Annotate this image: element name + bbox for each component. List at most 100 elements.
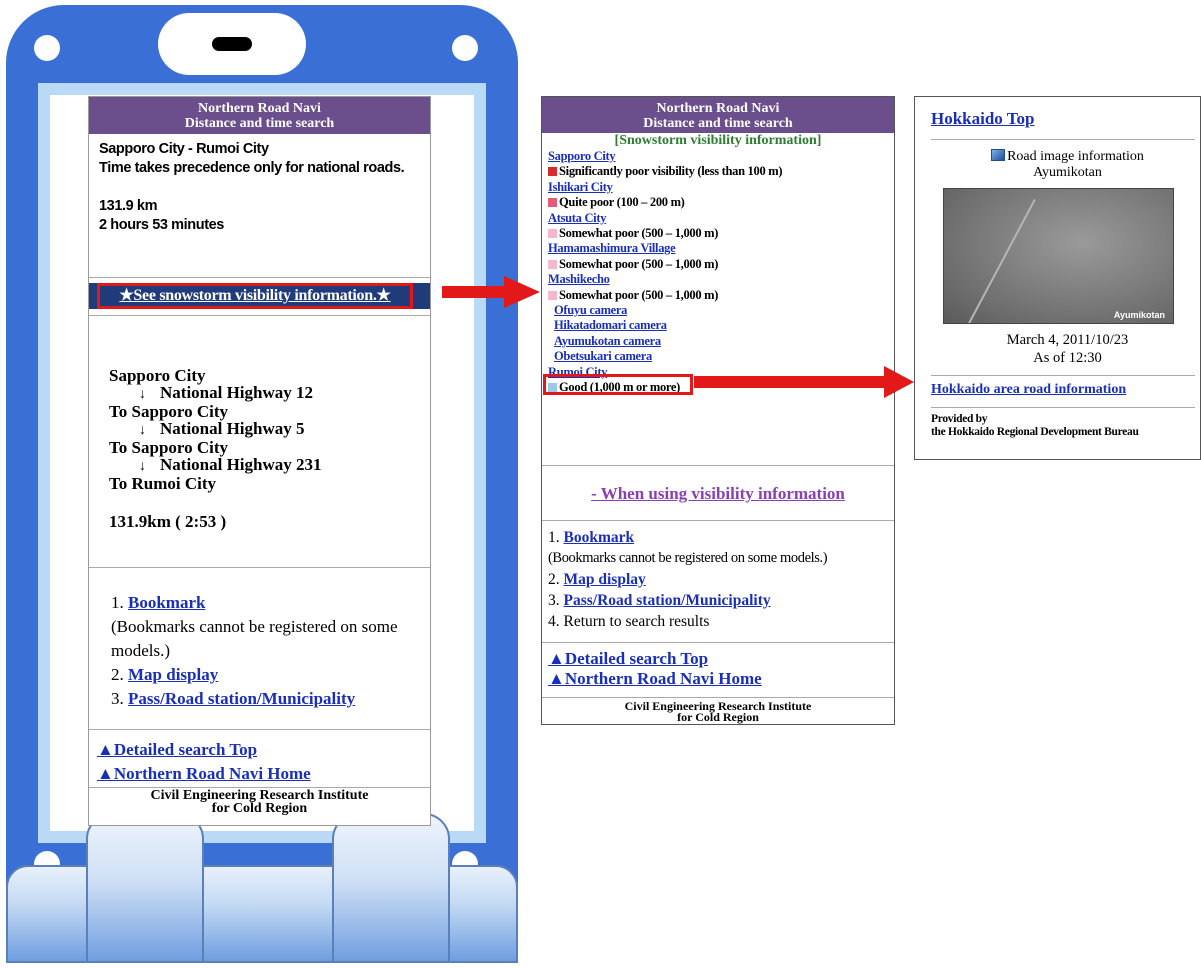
detailed-search-top-link[interactable]: ▲Detailed search Top <box>548 649 762 669</box>
navi-home-link[interactable]: ▲Northern Road Navi Home <box>97 762 311 786</box>
hokkaido-top-link[interactable]: Hokkaido Top <box>931 109 1035 129</box>
route-total: 131.9km ( 2:53 ) <box>109 512 227 531</box>
road-camera-image: Ayumikotan <box>943 188 1174 324</box>
phone-search-result-page: Northern Road Navi Distance and time sea… <box>88 96 431 826</box>
down-arrow-icon: ↓ <box>139 459 146 474</box>
visibility-status: Significantly poor visibility (less than… <box>548 164 894 179</box>
distance-value: 131.9 km <box>99 198 158 214</box>
camera-link[interactable]: Obetsukari camera <box>548 349 894 364</box>
route-title: Sapporo City - Rumoi City <box>99 141 269 157</box>
menu-number: 3. <box>548 592 560 609</box>
visibility-swatch <box>548 167 557 177</box>
detailed-search-top-link[interactable]: ▲Detailed search Top <box>97 738 311 762</box>
route-highway: National Highway 5 <box>160 419 305 438</box>
image-time: As of 12:30 <box>1033 350 1102 366</box>
duration-value: 2 hours 53 minutes <box>99 217 224 233</box>
phone-key[interactable] <box>86 813 204 963</box>
speaker-slot <box>212 37 252 51</box>
road-image-title: Road image information Ayumikotan <box>915 149 1200 181</box>
footer-links: ▲Detailed search Top ▲Northern Road Navi… <box>97 738 311 786</box>
area-road-info-link[interactable]: Hokkaido area road information <box>931 382 1126 398</box>
city-link[interactable]: Atsuta City <box>548 211 894 226</box>
city-link[interactable]: Sapporo City <box>548 149 894 164</box>
header-subtitle: Distance and time search <box>184 116 335 131</box>
bookmark-note: (Bookmarks cannot be registered on some … <box>548 550 828 566</box>
screw-icon <box>34 35 60 61</box>
page-header: Northern Road Navi Distance and time sea… <box>89 97 430 134</box>
menu-number: 1. <box>111 593 124 612</box>
visibility-status: Somewhat poor (500 – 1,000 m) <box>548 226 894 241</box>
pass-road-station-link[interactable]: Pass/Road station/Municipality <box>128 689 355 708</box>
visibility-swatch <box>548 259 557 269</box>
phone-key[interactable] <box>332 813 450 963</box>
image-date: March 4, 2011/10/23 <box>1006 332 1129 348</box>
map-display-link[interactable]: Map display <box>564 571 646 588</box>
right-arrow-icon <box>442 276 540 308</box>
footer-links: ▲Detailed search Top ▲Northern Road Navi… <box>548 649 762 689</box>
image-caption: Ayumikotan <box>1113 310 1165 320</box>
camera-highlight-box <box>543 374 693 395</box>
return-to-results[interactable]: 4. Return to search results <box>548 611 827 632</box>
provided-by-label: Provided by <box>931 413 988 425</box>
menu-number: 2. <box>548 571 560 588</box>
image-timestamp: March 4, 2011/10/23 As of 12:30 <box>915 331 1200 367</box>
bookmark-link[interactable]: Bookmark <box>128 593 205 612</box>
visibility-status: Somewhat poor (500 – 1,000 m) <box>548 257 894 272</box>
route-summary: Sapporo City - Rumoi City Time takes pre… <box>89 134 430 235</box>
route-destination: To Sapporo City <box>109 402 229 421</box>
image-icon <box>991 149 1006 161</box>
header-subtitle: Distance and time search <box>643 116 793 131</box>
route-highway: National Highway 12 <box>160 383 314 402</box>
pass-road-station-link[interactable]: Pass/Road station/Municipality <box>564 592 771 609</box>
page-header: Northern Road Navi Distance and time sea… <box>542 97 894 133</box>
page-menu: 1. Bookmark (Bookmarks cannot be registe… <box>111 591 411 711</box>
header-title: Northern Road Navi <box>198 101 321 116</box>
image-title-text: Road image information <box>1007 149 1144 164</box>
priority-note: Time takes precedence only for national … <box>99 160 405 176</box>
visibility-subtitle: [Snowstorm visibility information] <box>614 133 822 148</box>
map-display-link[interactable]: Map display <box>128 665 218 684</box>
credit-line: for Cold Region <box>677 710 759 724</box>
phone-keypad <box>6 813 518 963</box>
road-image-page: Hokkaido Top Road image information Ayum… <box>914 96 1201 460</box>
route-start: Sapporo City <box>109 366 206 385</box>
visibility-list: Sapporo City Significantly poor visibili… <box>542 149 894 396</box>
down-arrow-icon: ↓ <box>139 423 146 438</box>
bookmark-note: (Bookmarks cannot be registered on some … <box>111 617 398 660</box>
page-menu: 1. Bookmark (Bookmarks cannot be registe… <box>548 527 828 632</box>
route-highway: National Highway 231 <box>160 455 322 474</box>
menu-number: 2. <box>111 665 124 684</box>
camera-link[interactable]: Hikatadomari camera <box>548 318 894 333</box>
down-arrow-icon: ↓ <box>139 387 146 402</box>
visibility-status: Somewhat poor (500 – 1,000 m) <box>548 288 894 303</box>
route-steps: Sapporo City ↓ National Highway 12 To Sap… <box>109 367 322 492</box>
menu-number: 3. <box>111 689 124 708</box>
page-credit: Civil Engineering Research Institute for… <box>542 700 894 724</box>
visibility-swatch <box>548 229 557 239</box>
camera-link-ayumukotan[interactable]: Ayumukotan camera <box>548 334 894 349</box>
navi-home-link[interactable]: ▲Northern Road Navi Home <box>548 669 762 689</box>
route-destination: To Sapporo City <box>109 438 229 457</box>
location-name: Ayumikotan <box>1033 165 1102 180</box>
visibility-swatch <box>548 198 557 208</box>
city-link[interactable]: Hamamashimura Village <box>548 241 894 256</box>
route-destination: To Rumoi City <box>109 474 217 493</box>
menu-number: 1. <box>548 529 560 546</box>
right-arrow-icon <box>694 366 914 398</box>
credit-line: for Cold Region <box>211 801 308 816</box>
snowstorm-banner: ★See snowstorm visibility information.★ <box>89 283 430 309</box>
header-title: Northern Road Navi <box>656 101 780 116</box>
bookmark-link[interactable]: Bookmark <box>564 529 635 546</box>
page-credit: Civil Engineering Research Institute for… <box>89 789 430 816</box>
when-using-link[interactable]: - When using visibility information <box>542 484 894 504</box>
screw-icon <box>452 35 478 61</box>
provider-info: Provided by the Hokkaido Regional Develo… <box>931 413 1139 439</box>
city-link[interactable]: Mashikecho <box>548 272 894 287</box>
visibility-swatch <box>548 290 557 300</box>
city-link[interactable]: Ishikari City <box>548 180 894 195</box>
snowstorm-visibility-link[interactable]: ★See snowstorm visibility information.★ <box>97 283 413 309</box>
snowstorm-visibility-page: Northern Road Navi Distance and time sea… <box>541 96 895 725</box>
provider-name: the Hokkaido Regional Development Bureau <box>931 426 1139 438</box>
visibility-status: Quite poor (100 – 200 m) <box>548 195 894 210</box>
camera-link[interactable]: Ofuyu camera <box>548 303 894 318</box>
